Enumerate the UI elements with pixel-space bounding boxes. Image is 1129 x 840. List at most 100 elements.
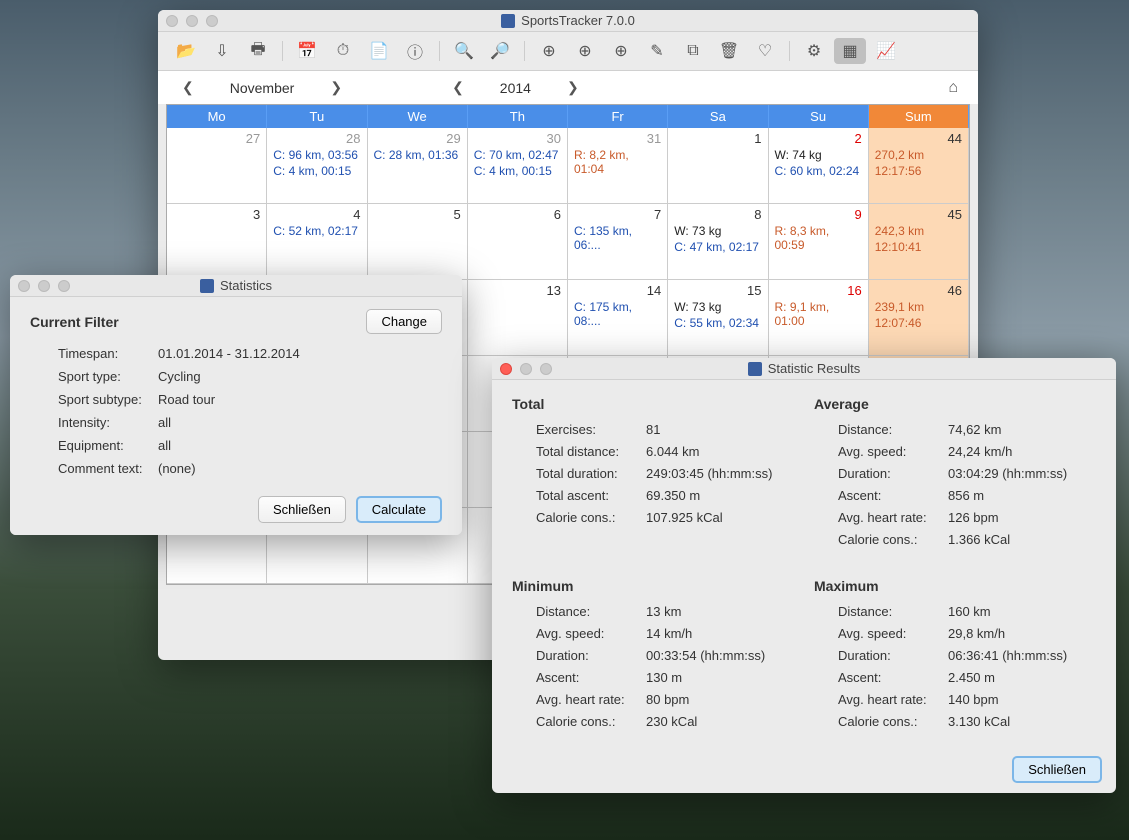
result-label: Calorie cons.: [536, 714, 646, 729]
info-icon[interactable]: ⓘ [399, 38, 431, 64]
exercise-entry[interactable]: W: 73 kg [674, 300, 761, 314]
calendar-cell[interactable]: 8W: 73 kgC: 47 km, 02:17 [668, 204, 768, 280]
date-label: 7 [574, 207, 661, 222]
calendar-cell[interactable]: 7 C: 135 km, 06:... [568, 204, 668, 280]
zoom-icon[interactable] [540, 363, 552, 375]
copy-icon[interactable]: ⧉ [677, 38, 709, 64]
calendar-cell[interactable]: 13 [468, 280, 568, 356]
filter-row: Sport type:Cycling [58, 369, 442, 384]
next-month-icon[interactable]: ❯ [330, 79, 342, 96]
exercise-entry[interactable]: R: 9,1 km, 01:00 [775, 300, 862, 328]
zoom-icon[interactable] [206, 15, 218, 27]
calendar-cell[interactable]: 16R: 9,1 km, 01:00 [769, 280, 869, 356]
close-icon[interactable] [500, 363, 512, 375]
open-icon[interactable]: 📂 [170, 38, 202, 64]
stats-titlebar[interactable]: Statistics [10, 275, 462, 297]
result-row: Ascent:856 m [838, 488, 1096, 503]
exercise-entry[interactable]: R: 8,3 km, 00:59 [775, 224, 862, 252]
minimize-icon[interactable] [186, 15, 198, 27]
list-icon[interactable]: 📄 [363, 38, 395, 64]
main-titlebar[interactable]: SportsTracker 7.0.0 [158, 10, 978, 32]
gear-icon[interactable]: ⚙ [798, 38, 830, 64]
zoom-in-icon[interactable]: 🔍 [448, 38, 480, 64]
exercise-entry[interactable]: C: 52 km, 02:17 [273, 224, 360, 238]
calendar-cell[interactable]: 1 [668, 128, 768, 204]
exercise-entry[interactable]: C: 70 km, 02:47 [474, 148, 561, 162]
exercise-entry[interactable]: C: 175 km, 08:... [574, 300, 661, 328]
month-label: November [224, 80, 301, 96]
window-controls[interactable] [166, 15, 218, 27]
results-grid: TotalExercises:81Total distance:6.044 km… [512, 396, 1096, 736]
result-label: Distance: [838, 604, 948, 619]
date-label: 28 [273, 131, 360, 146]
stopwatch-icon[interactable]: ⏱ [327, 38, 359, 64]
calculate-button[interactable]: Calculate [356, 496, 442, 523]
result-value: 74,62 km [948, 422, 1001, 437]
exercise-entry[interactable]: C: 4 km, 00:15 [474, 164, 561, 178]
next-year-icon[interactable]: ❯ [567, 79, 579, 96]
delete-icon[interactable]: 🗑 [713, 38, 745, 64]
minimize-icon[interactable] [520, 363, 532, 375]
exercise-entry[interactable]: C: 135 km, 06:... [574, 224, 661, 252]
calendar-cell[interactable]: 14C: 175 km, 08:... [568, 280, 668, 356]
filter-label: Comment text: [58, 461, 158, 476]
calendar-cell[interactable]: 27 [167, 128, 267, 204]
exercise-entry[interactable]: W: 74 kg [775, 148, 862, 162]
calendar-icon[interactable]: 📅 [291, 38, 323, 64]
minimize-icon[interactable] [38, 280, 50, 292]
filter-header: Current Filter Change [30, 309, 442, 334]
exercise-entry[interactable]: R: 8,2 km, 01:04 [574, 148, 661, 176]
calendar-cell[interactable]: 5 [368, 204, 468, 280]
calendar-cell[interactable]: 15W: 73 kgC: 55 km, 02:34 [668, 280, 768, 356]
close-button[interactable]: Schließen [258, 496, 346, 523]
calendar-cell[interactable]: 6 [468, 204, 568, 280]
calendar-cell[interactable]: 31R: 8,2 km, 01:04 [568, 128, 668, 204]
exercise-entry[interactable]: W: 73 kg [674, 224, 761, 238]
window-controls[interactable] [500, 363, 552, 375]
close-icon[interactable] [18, 280, 30, 292]
calendar-cell[interactable]: 2W: 74 kgC: 60 km, 02:24 [769, 128, 869, 204]
result-label: Ascent: [838, 670, 948, 685]
exercise-entry[interactable]: C: 96 km, 03:56 [273, 148, 360, 162]
exercise-entry[interactable]: C: 28 km, 01:36 [374, 148, 461, 162]
calendar-cell[interactable]: 4C: 52 km, 02:17 [267, 204, 367, 280]
close-icon[interactable] [166, 15, 178, 27]
chart-view-icon[interactable]: 📈 [870, 38, 902, 64]
exercise-entry[interactable]: C: 55 km, 02:34 [674, 316, 761, 330]
edit-icon[interactable]: ✎ [641, 38, 673, 64]
calendar-cell[interactable]: 29 C: 28 km, 01:36 [368, 128, 468, 204]
window-controls[interactable] [18, 280, 70, 292]
filter-row: Timespan:01.01.2014 - 31.12.2014 [58, 346, 442, 361]
home-icon[interactable]: ⌂ [948, 79, 958, 97]
save-icon[interactable]: ⇩ [206, 38, 238, 64]
calendar-cell[interactable]: 9R: 8,3 km, 00:59 [769, 204, 869, 280]
result-row: Distance:160 km [838, 604, 1096, 619]
exercise-entry[interactable]: C: 60 km, 02:24 [775, 164, 862, 178]
app-icon [501, 14, 515, 28]
exercise-entry[interactable]: C: 4 km, 00:15 [273, 164, 360, 178]
add-weight-icon[interactable]: ⊕ [605, 38, 637, 64]
calendar-cell[interactable]: 3 [167, 204, 267, 280]
result-value: 13 km [646, 604, 681, 619]
change-button[interactable]: Change [366, 309, 442, 334]
zoom-out-icon[interactable]: 🔎 [484, 38, 516, 64]
results-titlebar[interactable]: Statistic Results [492, 358, 1116, 380]
close-button[interactable]: Schließen [1012, 756, 1102, 783]
date-label: 3 [173, 207, 260, 222]
add-exercise-icon[interactable]: ⊕ [533, 38, 565, 64]
result-value: 06:36:41 (hh:mm:ss) [948, 648, 1067, 663]
prev-month-icon[interactable]: ❮ [182, 79, 194, 96]
filter-value: Road tour [158, 392, 215, 407]
add-note-icon[interactable]: ⊕ [569, 38, 601, 64]
result-value: 107.925 kCal [646, 510, 723, 525]
exercise-entry[interactable]: C: 47 km, 02:17 [674, 240, 761, 254]
calendar-view-icon[interactable]: ▦ [834, 38, 866, 64]
heart-icon[interactable]: ♡ [749, 38, 781, 64]
print-icon[interactable]: 🖶 [242, 38, 274, 64]
zoom-icon[interactable] [58, 280, 70, 292]
result-row: Avg. speed:29,8 km/h [838, 626, 1096, 641]
calendar-cell[interactable]: 30C: 70 km, 02:47C: 4 km, 00:15 [468, 128, 568, 204]
calendar-cell[interactable]: 28 C: 96 km, 03:56 C: 4 km, 00:15 [267, 128, 367, 204]
date-label: 29 [374, 131, 461, 146]
prev-year-icon[interactable]: ❮ [452, 79, 464, 96]
